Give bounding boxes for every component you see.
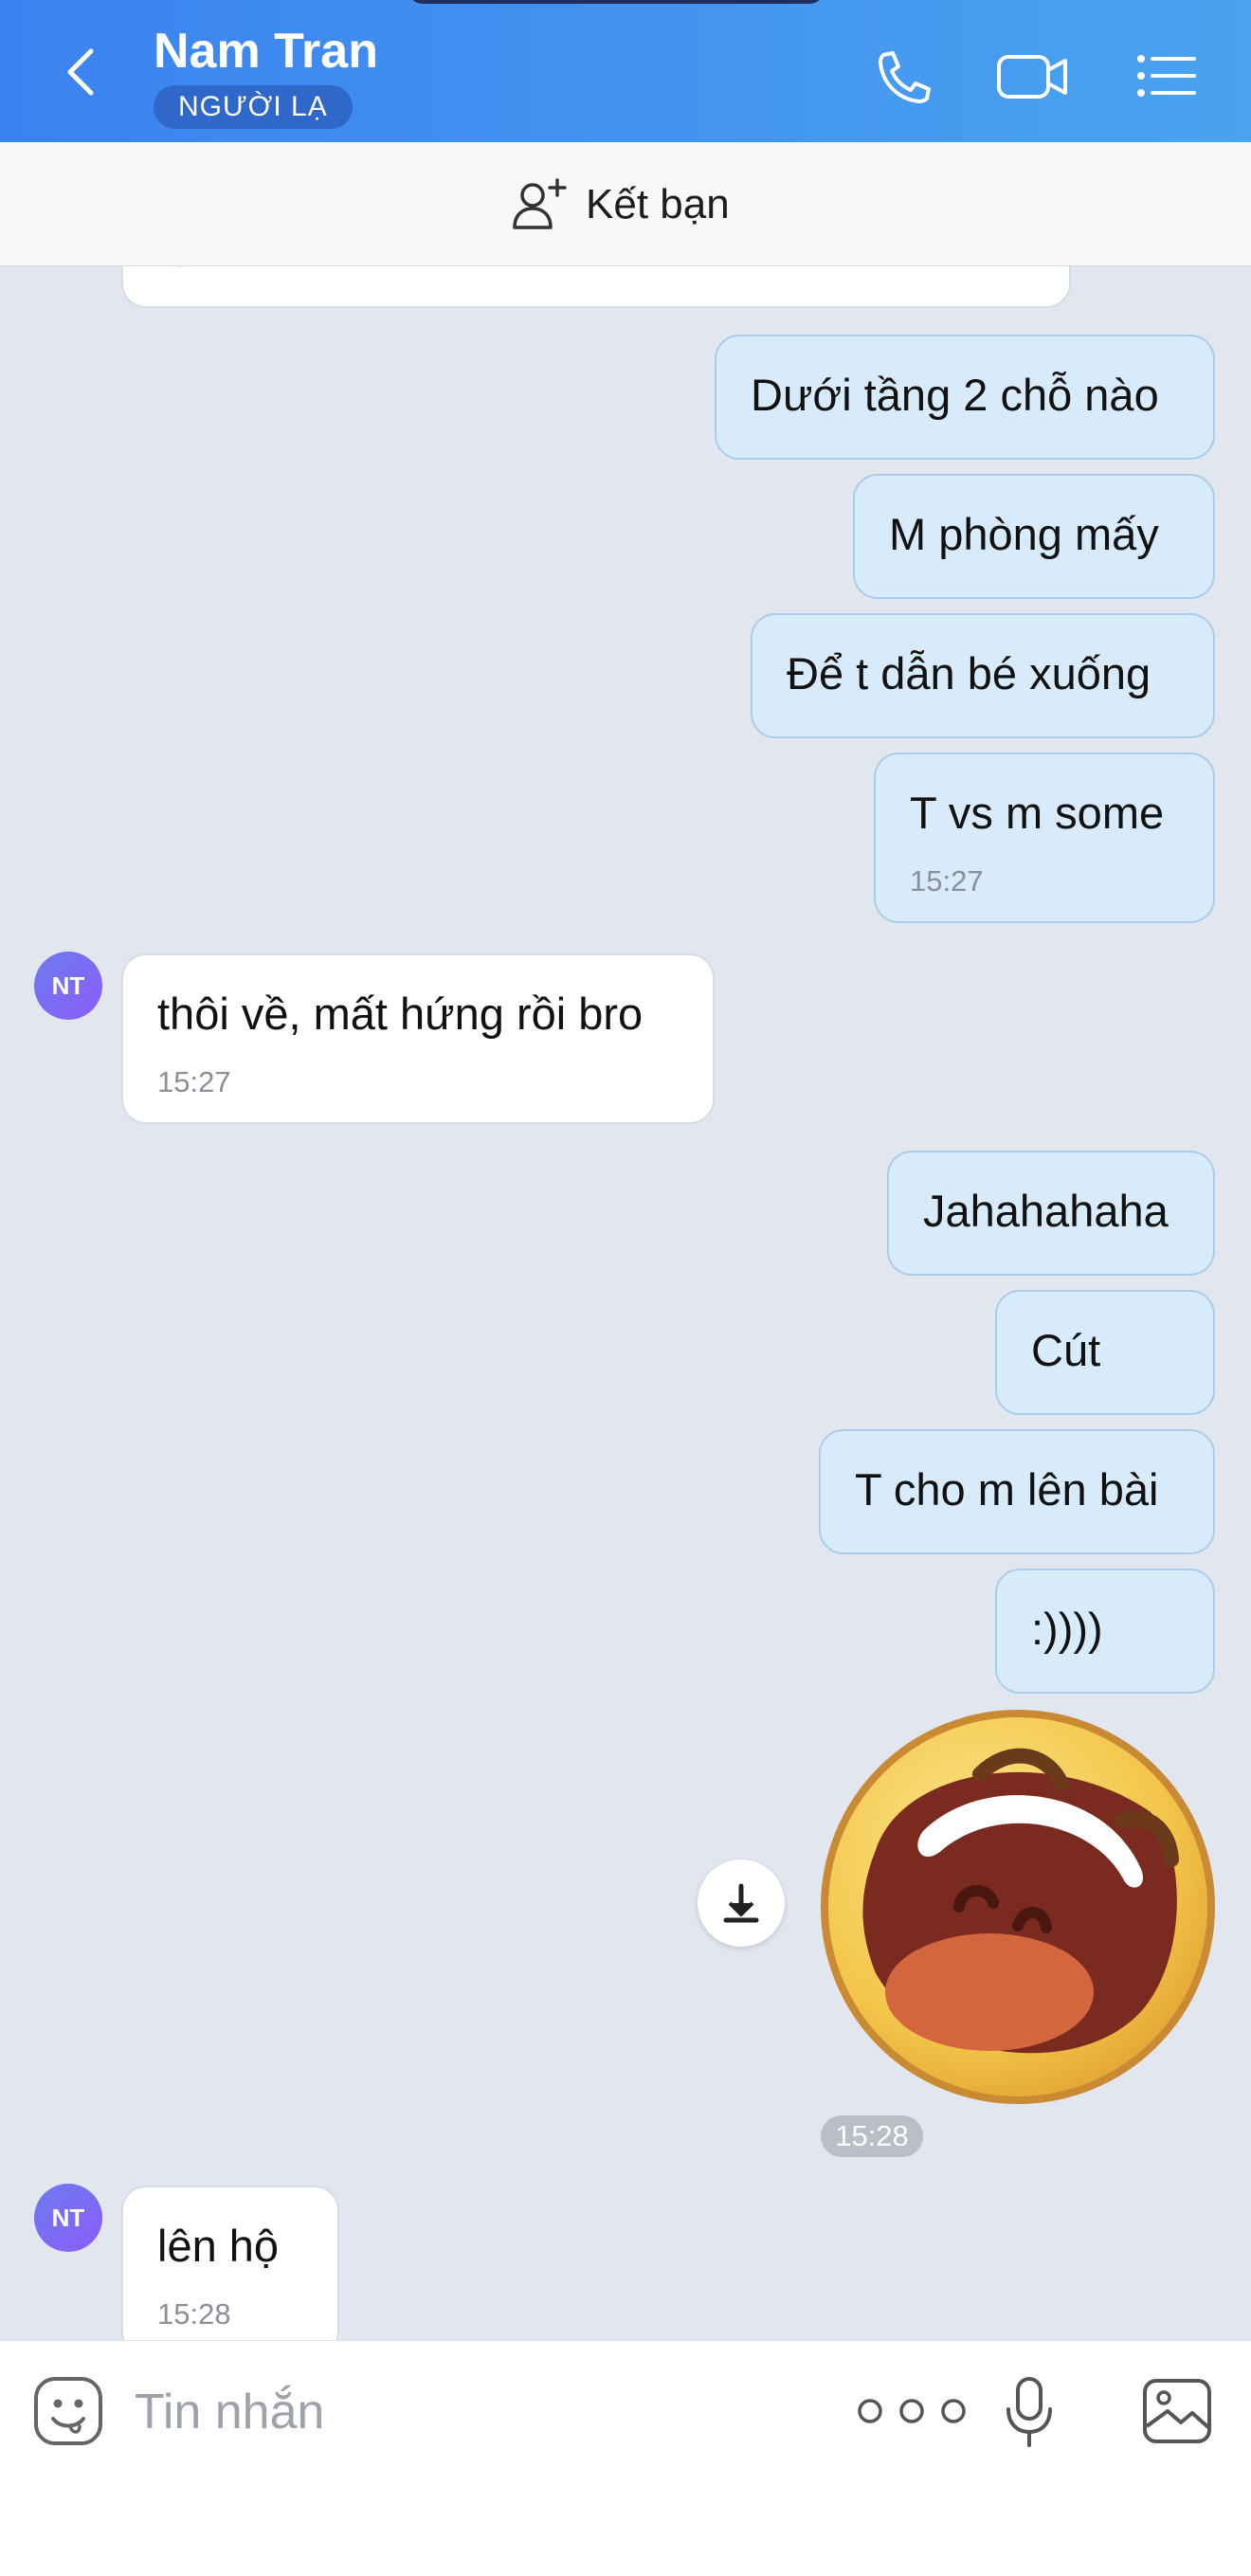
emoji-icon[interactable] [32, 2375, 104, 2447]
message-text: lên hộ [157, 2221, 280, 2271]
phone-icon[interactable] [870, 47, 936, 104]
message-text: Cút [1031, 1325, 1101, 1375]
chat-header: Nam Tran NGƯỜI LẠ [0, 0, 1251, 142]
message-text: Dưới tầng 2 chỗ nào [751, 370, 1159, 420]
image-icon[interactable] [1141, 2377, 1213, 2445]
message-time: 15:27 [910, 864, 984, 898]
device-notch [408, 0, 825, 4]
message-text: Để t dẫn bé xuống [787, 648, 1151, 698]
message-list[interactable]: 15:27 Dưới tầng 2 chỗ nào M phòng mấy Để… [0, 266, 1251, 2340]
message-bubble-outgoing[interactable]: T vs m some 15:27 [874, 753, 1215, 923]
microphone-icon[interactable] [1001, 2375, 1058, 2451]
video-camera-icon[interactable] [995, 47, 1067, 104]
sticker-time-chip: 15:28 [821, 2115, 923, 2157]
chevron-left-icon[interactable] [53, 44, 110, 100]
message-text: :)))) [1031, 1604, 1103, 1654]
message-text: T vs m some [910, 788, 1165, 838]
message-bubble-outgoing[interactable]: Để t dẫn bé xuống [751, 613, 1215, 738]
message-text: thôi về, mất hứng rồi bro [157, 989, 644, 1039]
message-bubble-incoming[interactable]: 15:27 [121, 266, 1071, 308]
message-bubble-outgoing[interactable]: Dưới tầng 2 chỗ nào [715, 335, 1215, 460]
message-bubble-incoming[interactable]: lên hộ 15:28 [121, 2186, 339, 2340]
message-text: Jahahahaha [923, 1186, 1169, 1236]
message-composer [0, 2340, 1251, 2576]
more-dots-icon[interactable] [851, 2392, 972, 2430]
message-bubble-incoming[interactable]: thôi về, mất hứng rồi bro 15:27 [121, 953, 715, 1124]
avatar[interactable]: NT [34, 952, 102, 1020]
message-bubble-outgoing[interactable]: M phòng mấy [853, 474, 1215, 599]
add-friend-label: Kết bạn [586, 181, 730, 227]
message-text: T cho m lên bài [855, 1464, 1159, 1515]
message-time: 15:28 [157, 2297, 231, 2331]
message-text: M phòng mấy [889, 509, 1159, 559]
message-bubble-outgoing[interactable]: :)))) [995, 1569, 1215, 1694]
list-menu-icon[interactable] [1133, 47, 1200, 104]
message-time: 15:27 [157, 266, 231, 274]
message-bubble-outgoing[interactable]: Cút [995, 1290, 1215, 1415]
stranger-badge: NGƯỜI LẠ [154, 85, 353, 129]
contact-name[interactable]: Nam Tran [154, 23, 378, 80]
avatar[interactable]: NT [34, 2184, 102, 2252]
message-time: 15:27 [157, 1065, 231, 1098]
message-bubble-outgoing[interactable]: Jahahahaha [887, 1151, 1215, 1276]
add-user-icon [513, 178, 567, 229]
download-icon[interactable] [698, 1859, 785, 1947]
add-friend-button[interactable]: Kết bạn [512, 178, 730, 231]
laughing-face-sticker[interactable] [819, 1708, 1217, 2106]
message-input[interactable] [133, 2379, 800, 2445]
message-bubble-outgoing[interactable]: T cho m lên bài [819, 1429, 1215, 1554]
add-friend-bar: Kết bạn [0, 142, 1251, 266]
